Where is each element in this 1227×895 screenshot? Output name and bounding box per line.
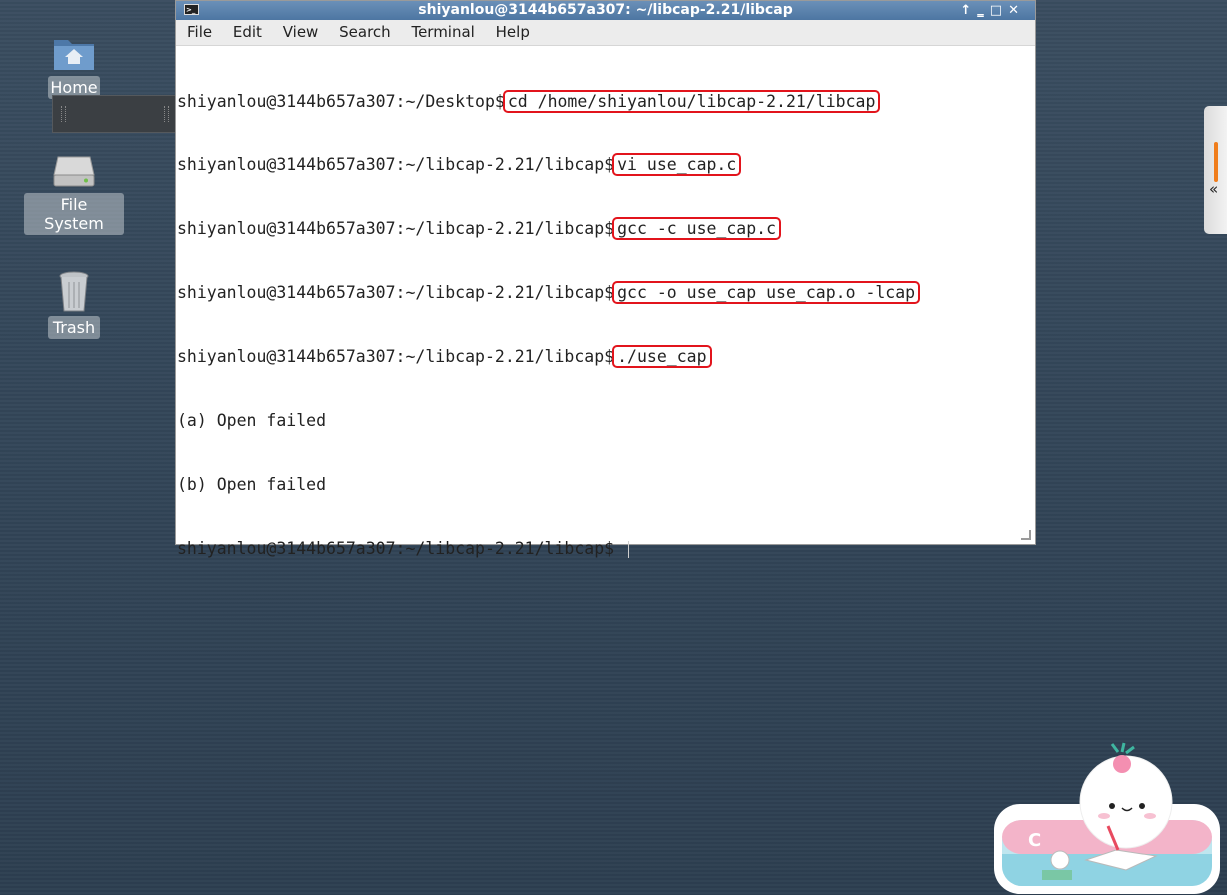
resize-grip[interactable]	[1021, 530, 1031, 540]
desktop-icon-trash[interactable]: Trash	[44, 270, 104, 339]
prompt: shiyanlou@3144b657a307:~/libcap-2.21/lib…	[177, 219, 615, 239]
floating-toolbar[interactable]	[52, 95, 176, 133]
file-system-label: File System	[24, 193, 124, 235]
prompt: shiyanlou@3144b657a307:~/libcap-2.21/lib…	[177, 538, 615, 558]
highlighted-command: cd /home/shiyanlou/libcap-2.21/libcap	[502, 89, 881, 113]
pin-button[interactable]: ↑	[960, 3, 977, 18]
side-accent-bar	[1214, 142, 1218, 182]
console-line: shiyanlou@3144b657a307:~/libcap-2.21/lib…	[177, 281, 1035, 305]
mascot-letter: C	[1028, 830, 1041, 851]
console-line: shiyanlou@3144b657a307:~/libcap-2.21/lib…	[177, 153, 1035, 177]
drag-handle-right[interactable]	[164, 106, 169, 122]
chevron-left-icon[interactable]: «	[1209, 180, 1218, 198]
highlighted-command: gcc -o use_cap use_cap.o -lcap	[612, 281, 921, 305]
menu-bar: File Edit View Search Terminal Help	[176, 20, 1035, 46]
terminal-icon: >_	[184, 4, 199, 15]
prompt: shiyanlou@3144b657a307:~/Desktop$	[177, 91, 505, 111]
menu-edit[interactable]: Edit	[233, 23, 262, 41]
desktop-icon-home[interactable]: Home	[44, 32, 104, 99]
output-line: (b) Open failed	[177, 474, 327, 494]
text-cursor	[628, 540, 630, 558]
desktop-icon-file-system[interactable]: File System	[24, 153, 124, 235]
console-line: shiyanlou@3144b657a307:~/Desktop$ cd /hom…	[177, 89, 1035, 113]
console-line: shiyanlou@3144b657a307:~/libcap-2.21/lib…	[177, 538, 1035, 559]
window-titlebar[interactable]: >_ shiyanlou@3144b657a307: ~/libcap-2.21…	[176, 1, 1035, 20]
highlighted-command: vi use_cap.c	[612, 153, 742, 177]
window-controls: ↑‗□✕	[960, 1, 1025, 20]
terminal-window[interactable]: >_ shiyanlou@3144b657a307: ~/libcap-2.21…	[175, 0, 1036, 558]
minimize-button[interactable]: ‗	[977, 3, 990, 18]
maximize-button[interactable]: □	[990, 3, 1008, 18]
menu-file[interactable]: File	[187, 23, 212, 41]
menu-help[interactable]: Help	[496, 23, 530, 41]
side-panel-handle[interactable]: «	[1204, 106, 1227, 234]
home-folder-icon	[54, 40, 94, 70]
console-line: shiyanlou@3144b657a307:~/libcap-2.21/lib…	[177, 217, 1035, 241]
console-line: shiyanlou@3144b657a307:~/libcap-2.21/lib…	[177, 345, 1035, 369]
terminal-console[interactable]: shiyanlou@3144b657a307:~/Desktop$ cd /hom…	[176, 46, 1035, 602]
prompt: shiyanlou@3144b657a307:~/libcap-2.21/lib…	[177, 283, 615, 303]
close-button[interactable]: ✕	[1008, 3, 1025, 18]
menu-search[interactable]: Search	[339, 23, 391, 41]
trash-icon	[59, 271, 89, 312]
trash-label: Trash	[47, 316, 101, 339]
highlighted-command: ./use_cap	[612, 345, 712, 369]
menu-terminal[interactable]: Terminal	[411, 23, 474, 41]
prompt: shiyanlou@3144b657a307:~/libcap-2.21/lib…	[177, 347, 615, 367]
highlighted-command: gcc -c use_cap.c	[612, 217, 782, 241]
window-title: shiyanlou@3144b657a307: ~/libcap-2.21/li…	[418, 2, 793, 18]
menu-view[interactable]: View	[283, 23, 319, 41]
output-line: (a) Open failed	[177, 411, 327, 431]
mascot-sticker: C	[994, 742, 1220, 894]
prompt: shiyanlou@3144b657a307:~/libcap-2.21/lib…	[177, 155, 615, 175]
drag-handle-left[interactable]	[61, 106, 66, 122]
hard-drive-icon	[53, 156, 95, 187]
